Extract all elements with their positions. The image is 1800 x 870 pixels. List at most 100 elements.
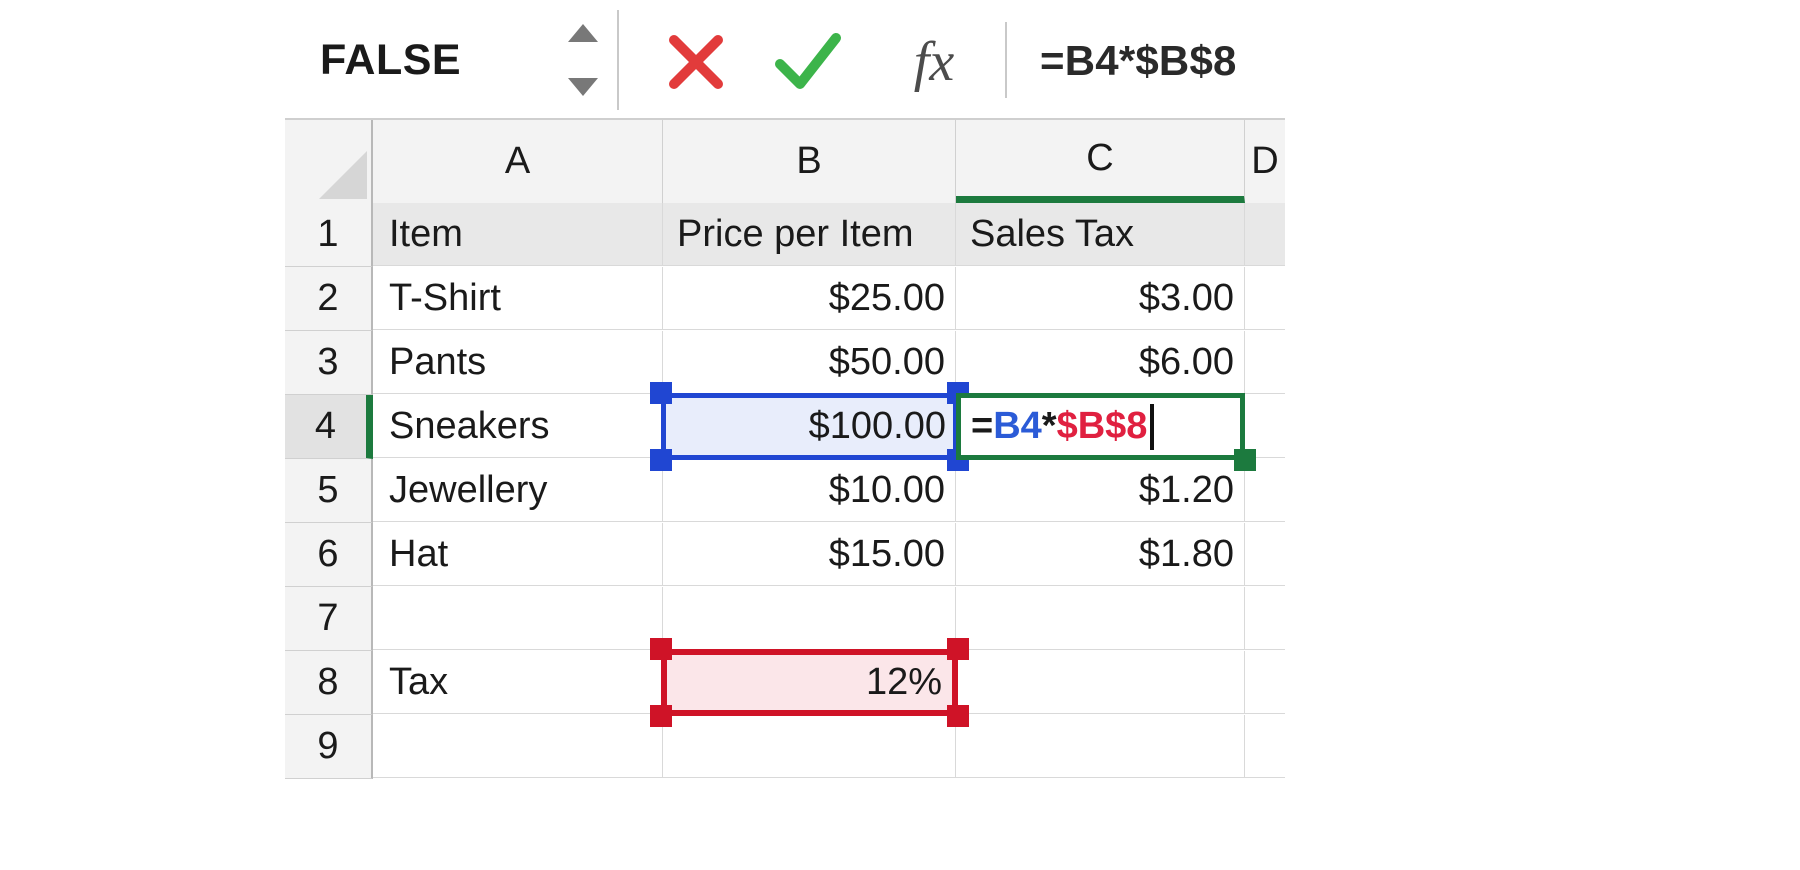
- cell-b4-value-overlay: $100.00: [663, 395, 956, 458]
- cell-value: Jewellery: [389, 468, 548, 511]
- cell-value: $100.00: [808, 405, 946, 447]
- row-header-label: 2: [317, 277, 339, 319]
- cell-b3[interactable]: $50.00: [663, 331, 956, 394]
- row-header-1[interactable]: 1: [285, 203, 373, 267]
- cell-value: Price per Item: [677, 212, 914, 255]
- reference-handle-bl[interactable]: [650, 705, 672, 727]
- cell-value: Pants: [389, 340, 487, 383]
- row-header-3[interactable]: 3: [285, 331, 373, 395]
- cell-value: $1.20: [1138, 468, 1234, 511]
- row-header-label: 6: [317, 533, 339, 575]
- formula-input[interactable]: =B4*$B$8: [1040, 26, 1237, 96]
- reference-handle-bl[interactable]: [650, 449, 672, 471]
- column-header-c[interactable]: C: [956, 120, 1245, 203]
- formula-text: =B4*$B$8: [1040, 37, 1237, 84]
- cell-c1[interactable]: Sales Tax: [956, 203, 1245, 266]
- excel-formula-editing-screen: FALSE fx =B4*$B$8 A B C D 1 Item Price p…: [0, 0, 1800, 870]
- formula-token-relative: B4: [993, 405, 1042, 447]
- cell-b9[interactable]: [663, 715, 956, 778]
- cell-a7[interactable]: [373, 587, 663, 650]
- formula-token-absolute: $B$8: [1056, 405, 1148, 447]
- cell-d1[interactable]: [1245, 203, 1285, 266]
- formula-bar: FALSE fx =B4*$B$8: [0, 0, 1800, 118]
- cell-a4[interactable]: Sneakers: [373, 395, 663, 458]
- column-header-a[interactable]: A: [373, 120, 663, 203]
- name-box[interactable]: FALSE: [285, 14, 570, 106]
- cell-b2[interactable]: $25.00: [663, 267, 956, 330]
- cell-value: 12%: [865, 661, 942, 703]
- cell-b1[interactable]: Price per Item: [663, 203, 956, 266]
- cell-a6[interactable]: Hat: [373, 523, 663, 586]
- cell-c6[interactable]: $1.80: [956, 523, 1245, 586]
- worksheet-grid[interactable]: A B C D 1 Item Price per Item Sales Tax: [285, 118, 1285, 870]
- cell-b7[interactable]: [663, 587, 956, 650]
- row-header-label: 3: [317, 341, 339, 383]
- cell-value: $3.00: [1138, 276, 1234, 319]
- cell-d2[interactable]: [1245, 267, 1285, 330]
- cell-a3[interactable]: Pants: [373, 331, 663, 394]
- active-cell-editor[interactable]: = B4 * $B$8: [956, 393, 1245, 460]
- cell-a9[interactable]: [373, 715, 663, 778]
- reference-handle-tl[interactable]: [650, 638, 672, 660]
- cell-d9[interactable]: [1245, 715, 1285, 778]
- reference-handle-tr[interactable]: [947, 638, 969, 660]
- row-header-5[interactable]: 5: [285, 459, 373, 523]
- cell-a5[interactable]: Jewellery: [373, 459, 663, 522]
- text-cursor: [1150, 403, 1155, 450]
- divider: [1005, 22, 1007, 98]
- column-header-b[interactable]: B: [663, 120, 956, 203]
- row-header-label: 1: [317, 213, 339, 255]
- cell-value: Sneakers: [389, 404, 550, 447]
- cell-b8-value-overlay: 12%: [663, 651, 956, 714]
- cancel-button[interactable]: [655, 28, 737, 96]
- name-box-value: FALSE: [320, 35, 462, 84]
- cell-c3[interactable]: $6.00: [956, 331, 1245, 394]
- row-header-7[interactable]: 7: [285, 587, 373, 651]
- row-header-6[interactable]: 6: [285, 523, 373, 587]
- cell-c7[interactable]: [956, 587, 1245, 650]
- cell-value: $25.00: [828, 276, 945, 319]
- select-all-button[interactable]: [285, 120, 373, 203]
- fx-icon: fx: [913, 31, 955, 93]
- cell-d3[interactable]: [1245, 331, 1285, 394]
- column-header-label: B: [796, 140, 822, 182]
- enter-button[interactable]: [768, 28, 850, 96]
- row-header-label: 9: [317, 725, 339, 767]
- insert-function-button[interactable]: fx: [888, 24, 980, 100]
- cell-value: T-Shirt: [389, 276, 501, 319]
- row-header-4[interactable]: 4: [285, 395, 373, 459]
- name-box-spinner[interactable]: [562, 24, 604, 96]
- cell-c8[interactable]: [956, 651, 1245, 714]
- triangle-down-icon[interactable]: [568, 78, 598, 96]
- cell-value: Sales Tax: [970, 212, 1135, 255]
- cell-c9[interactable]: [956, 715, 1245, 778]
- cell-value: Hat: [389, 532, 449, 575]
- reference-handle-br[interactable]: [947, 705, 969, 727]
- cell-c5[interactable]: $1.20: [956, 459, 1245, 522]
- cell-a1[interactable]: Item: [373, 203, 663, 266]
- enter-check-icon: [775, 33, 841, 89]
- row-header-9[interactable]: 9: [285, 715, 373, 779]
- cell-value: $15.00: [828, 532, 945, 575]
- row-header-2[interactable]: 2: [285, 267, 373, 331]
- cell-value: Item: [389, 212, 463, 255]
- cell-a2[interactable]: T-Shirt: [373, 267, 663, 330]
- column-header-label: C: [1086, 136, 1114, 179]
- formula-token-equals: =: [971, 405, 994, 447]
- reference-handle-tl[interactable]: [650, 382, 672, 404]
- cell-b5[interactable]: $10.00: [663, 459, 956, 522]
- column-header-d[interactable]: D: [1245, 120, 1285, 203]
- cell-d7[interactable]: [1245, 587, 1285, 650]
- cancel-x-icon: [669, 35, 723, 89]
- right-margin: [1285, 0, 1800, 870]
- cell-value: $1.80: [1138, 532, 1234, 575]
- divider: [617, 10, 619, 110]
- row-header-8[interactable]: 8: [285, 651, 373, 715]
- triangle-up-icon[interactable]: [568, 24, 598, 42]
- cell-c2[interactable]: $3.00: [956, 267, 1245, 330]
- cell-a8[interactable]: Tax: [373, 651, 663, 714]
- fill-handle[interactable]: [1234, 449, 1256, 471]
- cell-b6[interactable]: $15.00: [663, 523, 956, 586]
- cell-d8[interactable]: [1245, 651, 1285, 714]
- cell-d6[interactable]: [1245, 523, 1285, 586]
